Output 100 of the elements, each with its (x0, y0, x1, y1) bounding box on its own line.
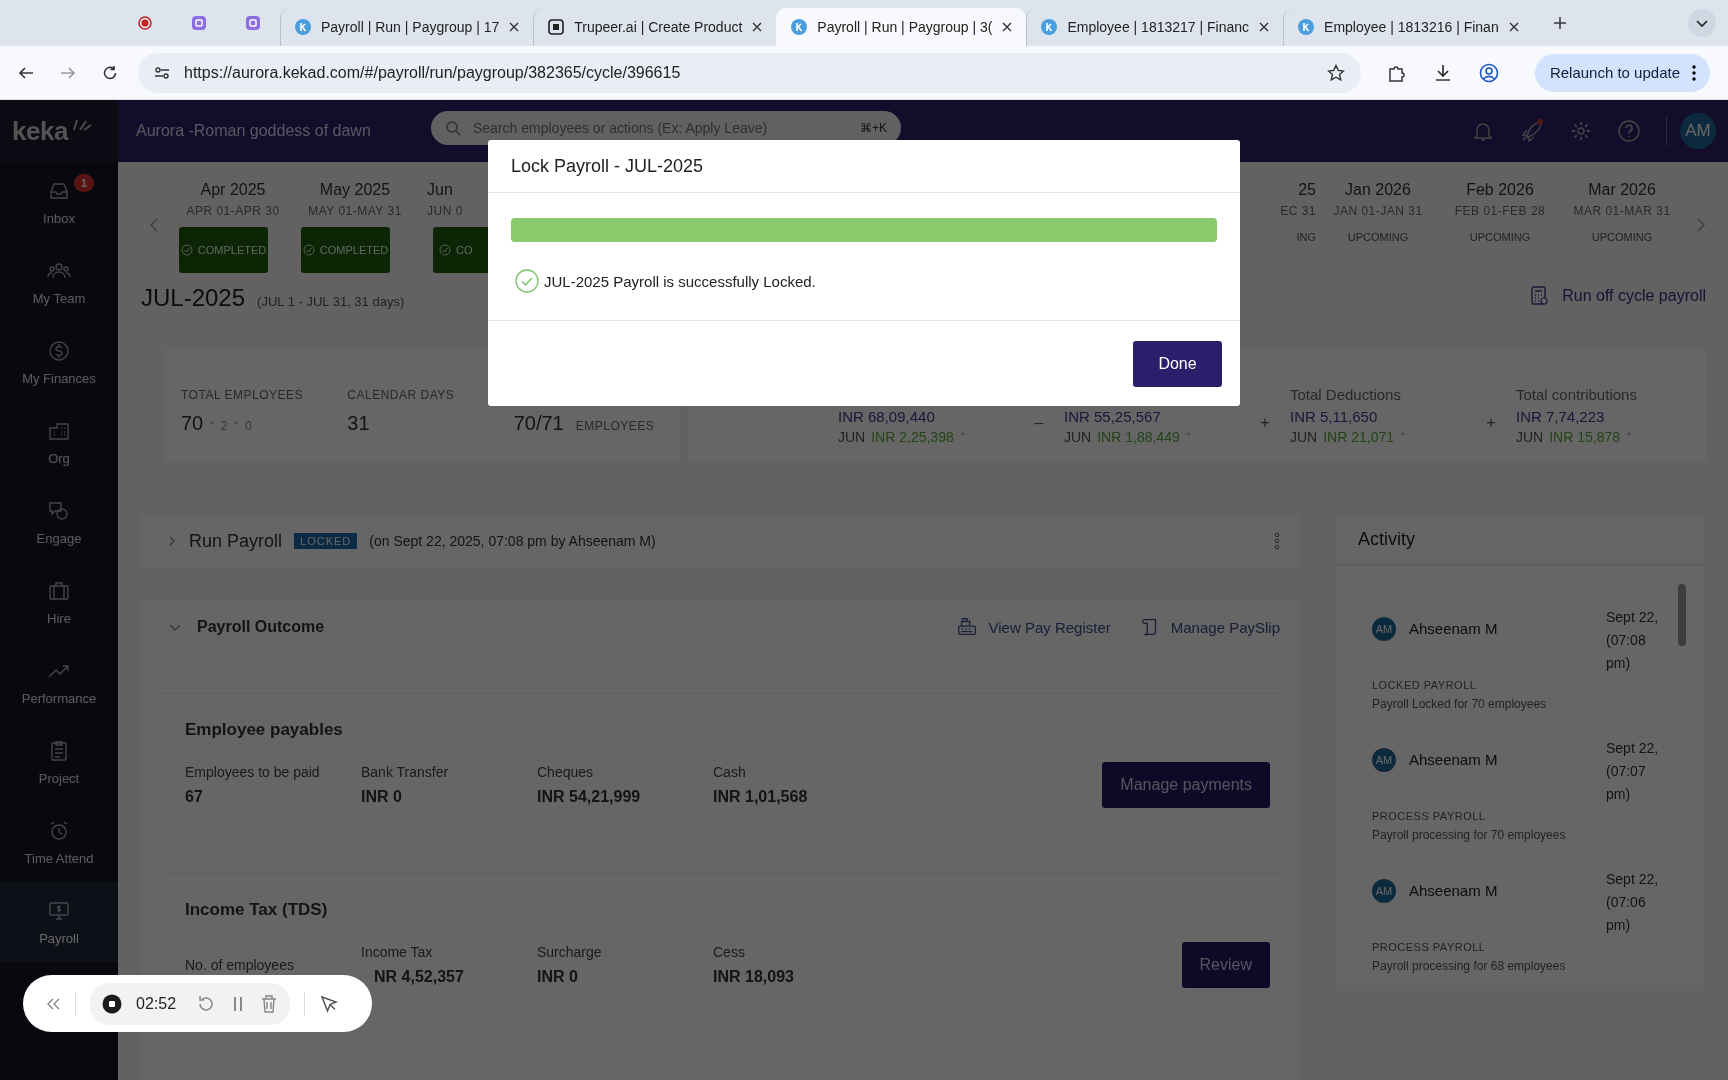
double-chevron-left-icon[interactable] (45, 996, 61, 1011)
total-label: Total contributions (1516, 386, 1638, 404)
user-avatar: AM (1372, 879, 1396, 903)
field-label: Income Tax (361, 944, 434, 960)
close-icon[interactable] (1508, 22, 1519, 32)
activity-type: PROCESS PAYROLL (1372, 941, 1487, 953)
k-logo-icon (1298, 19, 1315, 35)
reload-icon[interactable] (102, 64, 118, 81)
operator-sign: + (1259, 413, 1271, 433)
k-logo-icon (295, 19, 311, 35)
close-icon[interactable] (752, 22, 763, 32)
sidebar-item[interactable]: Inbox 1 (0, 162, 118, 242)
activity-detail: Payroll Locked for 70 employees (1372, 697, 1548, 711)
plus-icon[interactable] (1552, 16, 1567, 30)
total-value: INR 55,25,567 (1064, 408, 1162, 425)
user-avatar: AM (1372, 617, 1396, 641)
close-icon[interactable] (1002, 22, 1013, 32)
month-name: May 2025 (319, 181, 391, 199)
trend-arrow: ˅ (233, 420, 239, 433)
close-icon[interactable] (1259, 22, 1270, 32)
sidebar-item[interactable]: Engage (0, 482, 118, 562)
total-value: INR 7,74,223 (1516, 408, 1606, 425)
timestamp: Sept 22, (07:06 pm) (1606, 870, 1660, 935)
app-icon[interactable] (191, 15, 207, 31)
sidebar-item[interactable]: Org (0, 402, 118, 482)
kebab-icon[interactable] (1692, 64, 1696, 81)
activity-type: PROCESS PAYROLL (1372, 810, 1487, 822)
close-icon[interactable] (509, 22, 520, 32)
app-icon[interactable] (245, 15, 261, 31)
sidebar-item[interactable]: My Finances (0, 322, 118, 402)
status-badge: LOCKED (294, 533, 358, 549)
total-value: INR 68,09,440 (838, 408, 936, 425)
section-title: Run Payroll (189, 530, 283, 552)
cycle-title: JUL-2025 (141, 284, 246, 312)
month-range: EC 31 (1280, 204, 1316, 218)
chevron-down-icon[interactable] (1688, 9, 1716, 37)
month-card[interactable]: Jan 2026 JAN 01-JAN 31 UPCOMING (1318, 177, 1438, 273)
status-label: ING (1295, 230, 1316, 245)
field-value: INR 1,01,568 (713, 788, 809, 806)
back-arrow-icon[interactable] (18, 64, 34, 81)
trash-icon[interactable] (260, 993, 279, 1014)
user-avatar[interactable]: AM (1680, 113, 1716, 149)
sidebar-item[interactable]: My Team (0, 242, 118, 322)
month-name: Feb 2026 (1466, 181, 1534, 199)
status-text: CO (456, 243, 473, 257)
total-value: INR 5,11,650 (1290, 408, 1379, 425)
sidebar-item[interactable]: Project (0, 722, 118, 802)
change-amount: INR 15,878 (1549, 429, 1621, 445)
star-icon[interactable] (1326, 63, 1345, 82)
month-range: APR 01-APR 30 (186, 204, 280, 218)
stat-value: 31 (347, 412, 370, 435)
done-button[interactable]: Done (1133, 340, 1222, 387)
sidebar-item[interactable]: Time Attend (0, 802, 118, 882)
count-badge: 1 (74, 174, 94, 192)
cursor-icon[interactable] (319, 993, 340, 1014)
month-name: Jun (427, 181, 453, 199)
period-label: JUN (1516, 429, 1544, 445)
trend-arrow: ˄ (1626, 430, 1632, 444)
sidebar-item[interactable]: Payroll (0, 882, 118, 962)
period-label: JUN (1064, 429, 1092, 445)
user-name: Ahseenam M (1409, 620, 1499, 637)
k-logo-icon (791, 19, 808, 35)
month-card[interactable]: Mar 2026 MAR 01-MAR 31 UPCOMING (1562, 177, 1682, 273)
action-link[interactable]: View Pay Register (956, 616, 1111, 638)
section-title: Payroll Outcome (197, 618, 325, 636)
stat-value: 70/71 (513, 412, 564, 435)
month-card[interactable]: Apr 2025 APR 01-APR 30 COMPLETED (173, 177, 293, 273)
period-label: JUN (1290, 429, 1318, 445)
url-text: https://aurora.kekad.com/#/payroll/run/paygroup/382365/cycle/396615 (184, 63, 682, 82)
record-icon[interactable] (138, 16, 152, 30)
sidebar-item[interactable]: Performance (0, 642, 118, 722)
shortcut-hint: ⌘+K (860, 121, 887, 135)
activity-detail: Payroll processing for 70 employees (1372, 828, 1567, 842)
user-name: Ahseenam M (1409, 751, 1499, 768)
scrollbar-thumb[interactable] (1678, 584, 1686, 646)
browser-tab[interactable]: Payroll | Run | Paygroup | 3( (776, 8, 1027, 46)
user-avatar: AM (1372, 748, 1396, 772)
address-bar[interactable]: https://aurora.kekad.com/#/payroll/run/paygroup/382365/cycle/396615 (138, 52, 1361, 93)
status-label: UPCOMING (1590, 230, 1654, 245)
stop-icon[interactable] (102, 993, 122, 1014)
action-link[interactable]: Manage PaySlip (1138, 616, 1280, 638)
month-range: JAN 01-JAN 31 (1333, 204, 1423, 218)
user-name: Ahseenam M (1409, 882, 1499, 899)
sidebar-item[interactable]: Hire (0, 562, 118, 642)
month-card[interactable]: May 2025 MAY 01-MAY 31 COMPLETED (295, 177, 415, 273)
panel-title: Activity (1336, 515, 1704, 566)
month-name: 25 (1298, 181, 1316, 199)
site-settings-icon[interactable] (154, 64, 170, 81)
field-label: Cheques (537, 764, 595, 780)
month-card[interactable]: 25 EC 31 ING (1268, 177, 1316, 273)
timestamp: Sept 22, (07:07 pm) (1606, 739, 1660, 804)
month-card[interactable]: Feb 2026 FEB 01-FEB 28 UPCOMING (1440, 177, 1560, 273)
recording-timer: 02:52 (136, 994, 177, 1013)
relaunch-button[interactable]: Relaunch to update (1534, 53, 1710, 92)
total-label: Total Deductions (1290, 386, 1402, 404)
forward-arrow-icon[interactable] (60, 64, 76, 81)
run-off-cycle-link[interactable]: Run off cycle payroll (1530, 286, 1706, 306)
action-button[interactable]: Review (1181, 942, 1270, 988)
action-button[interactable]: Manage payments (1102, 762, 1270, 808)
profile-icon[interactable] (1478, 62, 1499, 83)
